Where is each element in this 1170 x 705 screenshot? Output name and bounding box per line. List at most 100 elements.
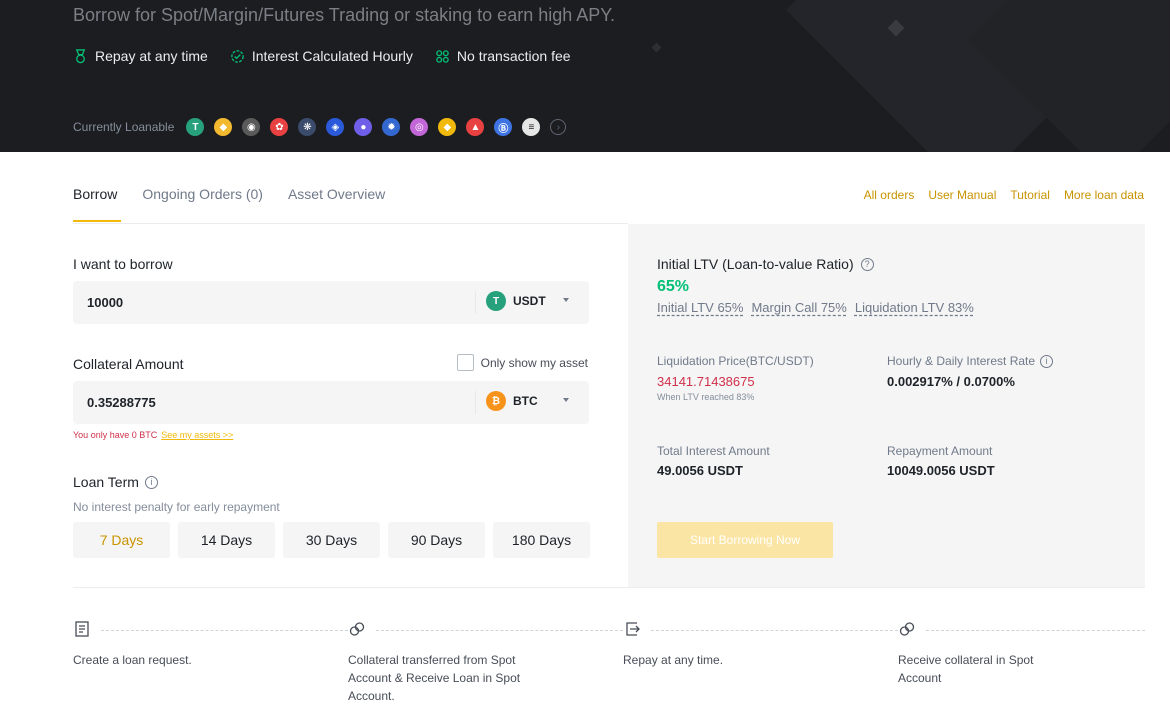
term-90-days[interactable]: 90 Days bbox=[388, 522, 485, 558]
borrow-label: I want to borrow bbox=[73, 256, 173, 272]
step-text: Collateral transferred from Spot Account… bbox=[348, 653, 521, 703]
feature-repay: Repay at any time bbox=[73, 48, 208, 64]
term-180-days[interactable]: 180 Days bbox=[493, 522, 590, 558]
start-borrowing-button[interactable]: Start Borrowing Now bbox=[657, 522, 833, 558]
decorative-shape bbox=[651, 42, 662, 53]
tab-bar: Borrow Ongoing Orders (0) Asset Overview bbox=[73, 186, 385, 224]
step-collateral-transfer: Collateral transferred from Spot Account… bbox=[348, 620, 623, 705]
hero-banner: Borrow for Spot/Margin/Futures Trading o… bbox=[0, 0, 1170, 152]
collateral-amount-value: 0.35288775 bbox=[87, 395, 156, 410]
initial-ltv: Initial LTV 65% bbox=[657, 300, 744, 315]
term-30-days[interactable]: 30 Days bbox=[283, 522, 380, 558]
bnb-coin-icon[interactable]: ◆ bbox=[214, 118, 233, 136]
btc-icon: ₿ bbox=[486, 391, 506, 411]
repayment-amount-value: 10049.0056 USDT bbox=[887, 463, 995, 478]
info-icon[interactable]: i bbox=[1040, 354, 1054, 368]
step-connector bbox=[101, 630, 348, 631]
arrow-right-icon[interactable]: › bbox=[550, 119, 567, 135]
loanable-label: Currently Loanable bbox=[73, 120, 175, 134]
clock-check-icon bbox=[231, 49, 244, 63]
borrow-asset-select[interactable]: T USDT bbox=[486, 291, 546, 311]
collateral-asset-select[interactable]: ₿ BTC bbox=[486, 391, 538, 411]
total-interest-label: Total Interest Amount bbox=[657, 444, 770, 458]
step-create-request: Create a loan request. bbox=[73, 620, 348, 669]
chevron-down-icon[interactable] bbox=[563, 298, 569, 302]
only-show-checkbox[interactable] bbox=[456, 354, 474, 371]
step-connector bbox=[651, 630, 898, 631]
step-connector bbox=[376, 630, 623, 631]
liquidation-price-note: When LTV reached 83% bbox=[657, 392, 755, 402]
ltv-breakdown: Initial LTV 65% Margin Call 75% Liquidat… bbox=[657, 300, 974, 315]
coin-icon-7[interactable]: ● bbox=[354, 118, 373, 136]
header-links: All orders User Manual Tutorial More loa… bbox=[864, 188, 1144, 202]
chevron-down-icon[interactable] bbox=[563, 398, 569, 402]
tab-ongoing-orders[interactable]: Ongoing Orders (0) bbox=[142, 186, 263, 224]
tab-borrow[interactable]: Borrow bbox=[73, 186, 117, 224]
divider bbox=[475, 391, 476, 414]
divider bbox=[475, 291, 476, 314]
only-show-my-asset[interactable]: Only show my asset bbox=[456, 354, 588, 371]
link-icon bbox=[899, 622, 915, 636]
collateral-amount-input[interactable]: 0.35288775 ₿ BTC bbox=[73, 381, 589, 424]
feature-label: No transaction fee bbox=[456, 48, 571, 64]
info-icon[interactable]: i bbox=[144, 475, 158, 489]
usdt-icon: T bbox=[486, 291, 506, 311]
coin-icon-13[interactable]: ≡ bbox=[522, 118, 541, 136]
step-text: Receive collateral in Spot Account bbox=[898, 653, 1034, 685]
medal-icon bbox=[75, 48, 86, 63]
ltv-value: 65% bbox=[657, 278, 690, 295]
total-interest-value: 49.0056 USDT bbox=[657, 463, 743, 478]
feature-interest: Interest Calculated Hourly bbox=[230, 48, 413, 64]
feature-list: Repay at any time Interest Calculated Ho… bbox=[73, 48, 571, 64]
coin-icon-5[interactable]: ❋ bbox=[298, 118, 317, 136]
balance-warning: You only have 0 BTC See my assets >> bbox=[73, 430, 233, 440]
usdt-coin-icon[interactable]: T bbox=[186, 118, 205, 136]
term-7-days[interactable]: 7 Days bbox=[73, 522, 170, 558]
coin-icon-9[interactable]: ◎ bbox=[410, 118, 429, 136]
ltv-title-text: Initial LTV (Loan-to-value Ratio) bbox=[657, 256, 854, 272]
active-tab-indicator bbox=[73, 220, 121, 222]
divider bbox=[73, 223, 628, 224]
ltv-title: Initial LTV (Loan-to-value Ratio) ? bbox=[657, 256, 874, 272]
step-repay: Repay at any time. bbox=[623, 620, 898, 669]
percent-icon bbox=[436, 49, 449, 63]
tab-asset-overview[interactable]: Asset Overview bbox=[288, 186, 385, 224]
feature-label: Interest Calculated Hourly bbox=[251, 48, 413, 64]
link-tutorial[interactable]: Tutorial bbox=[1010, 188, 1050, 202]
loan-term-options: 7 Days 14 Days 30 Days 90 Days 180 Days bbox=[73, 522, 590, 558]
coin-icon-3[interactable]: ◉ bbox=[242, 118, 261, 136]
step-connector bbox=[926, 630, 1145, 631]
step-text: Repay at any time. bbox=[623, 653, 724, 667]
term-14-days[interactable]: 14 Days bbox=[178, 522, 275, 558]
interest-rate-label-text: Hourly & Daily Interest Rate bbox=[887, 354, 1036, 368]
link-all-orders[interactable]: All orders bbox=[864, 188, 915, 202]
coin-icon-10[interactable]: ◆ bbox=[438, 118, 457, 136]
coin-icon-8[interactable]: ✹ bbox=[382, 118, 401, 136]
interest-rate-label: Hourly & Daily Interest Rate i bbox=[887, 354, 1054, 368]
see-my-assets-link[interactable]: See my assets >> bbox=[161, 430, 233, 440]
borrow-asset-label: USDT bbox=[513, 294, 546, 308]
repay-icon bbox=[626, 622, 640, 636]
coin-list: T ◆ ◉ ✿ ❋ ◈ ● ✹ ◎ ◆ ▲ Ⓑ ≡ bbox=[186, 118, 541, 136]
receipt-icon bbox=[75, 621, 89, 637]
coin-icon-4[interactable]: ✿ bbox=[270, 118, 289, 136]
only-show-label: Only show my asset bbox=[480, 355, 588, 370]
link-more-loan-data[interactable]: More loan data bbox=[1064, 188, 1144, 202]
warning-text: You only have 0 BTC bbox=[73, 430, 158, 440]
coin-icon-6[interactable]: ◈ bbox=[326, 118, 345, 136]
borrow-amount-input[interactable]: 10000 T USDT bbox=[73, 281, 589, 324]
coin-icon-11[interactable]: ▲ bbox=[466, 118, 485, 136]
coin-icon-12[interactable]: Ⓑ bbox=[494, 118, 513, 136]
link-user-manual[interactable]: User Manual bbox=[928, 188, 996, 202]
loan-term-hint: No interest penalty for early repayment bbox=[73, 500, 280, 514]
link-icon bbox=[349, 622, 365, 636]
feature-fee: No transaction fee bbox=[435, 48, 571, 64]
repayment-amount-label: Repayment Amount bbox=[887, 444, 993, 458]
collateral-label: Collateral Amount bbox=[73, 356, 184, 372]
hero-subtitle: Borrow for Spot/Margin/Futures Trading o… bbox=[73, 5, 615, 25]
liquidation-price-value: 34141.71438675 bbox=[657, 374, 755, 389]
margin-call: Margin Call 75% bbox=[751, 300, 847, 315]
liquidation-price-label: Liquidation Price(BTC/USDT) bbox=[657, 354, 814, 368]
feature-label: Repay at any time bbox=[95, 48, 208, 64]
question-icon[interactable]: ? bbox=[860, 257, 874, 271]
